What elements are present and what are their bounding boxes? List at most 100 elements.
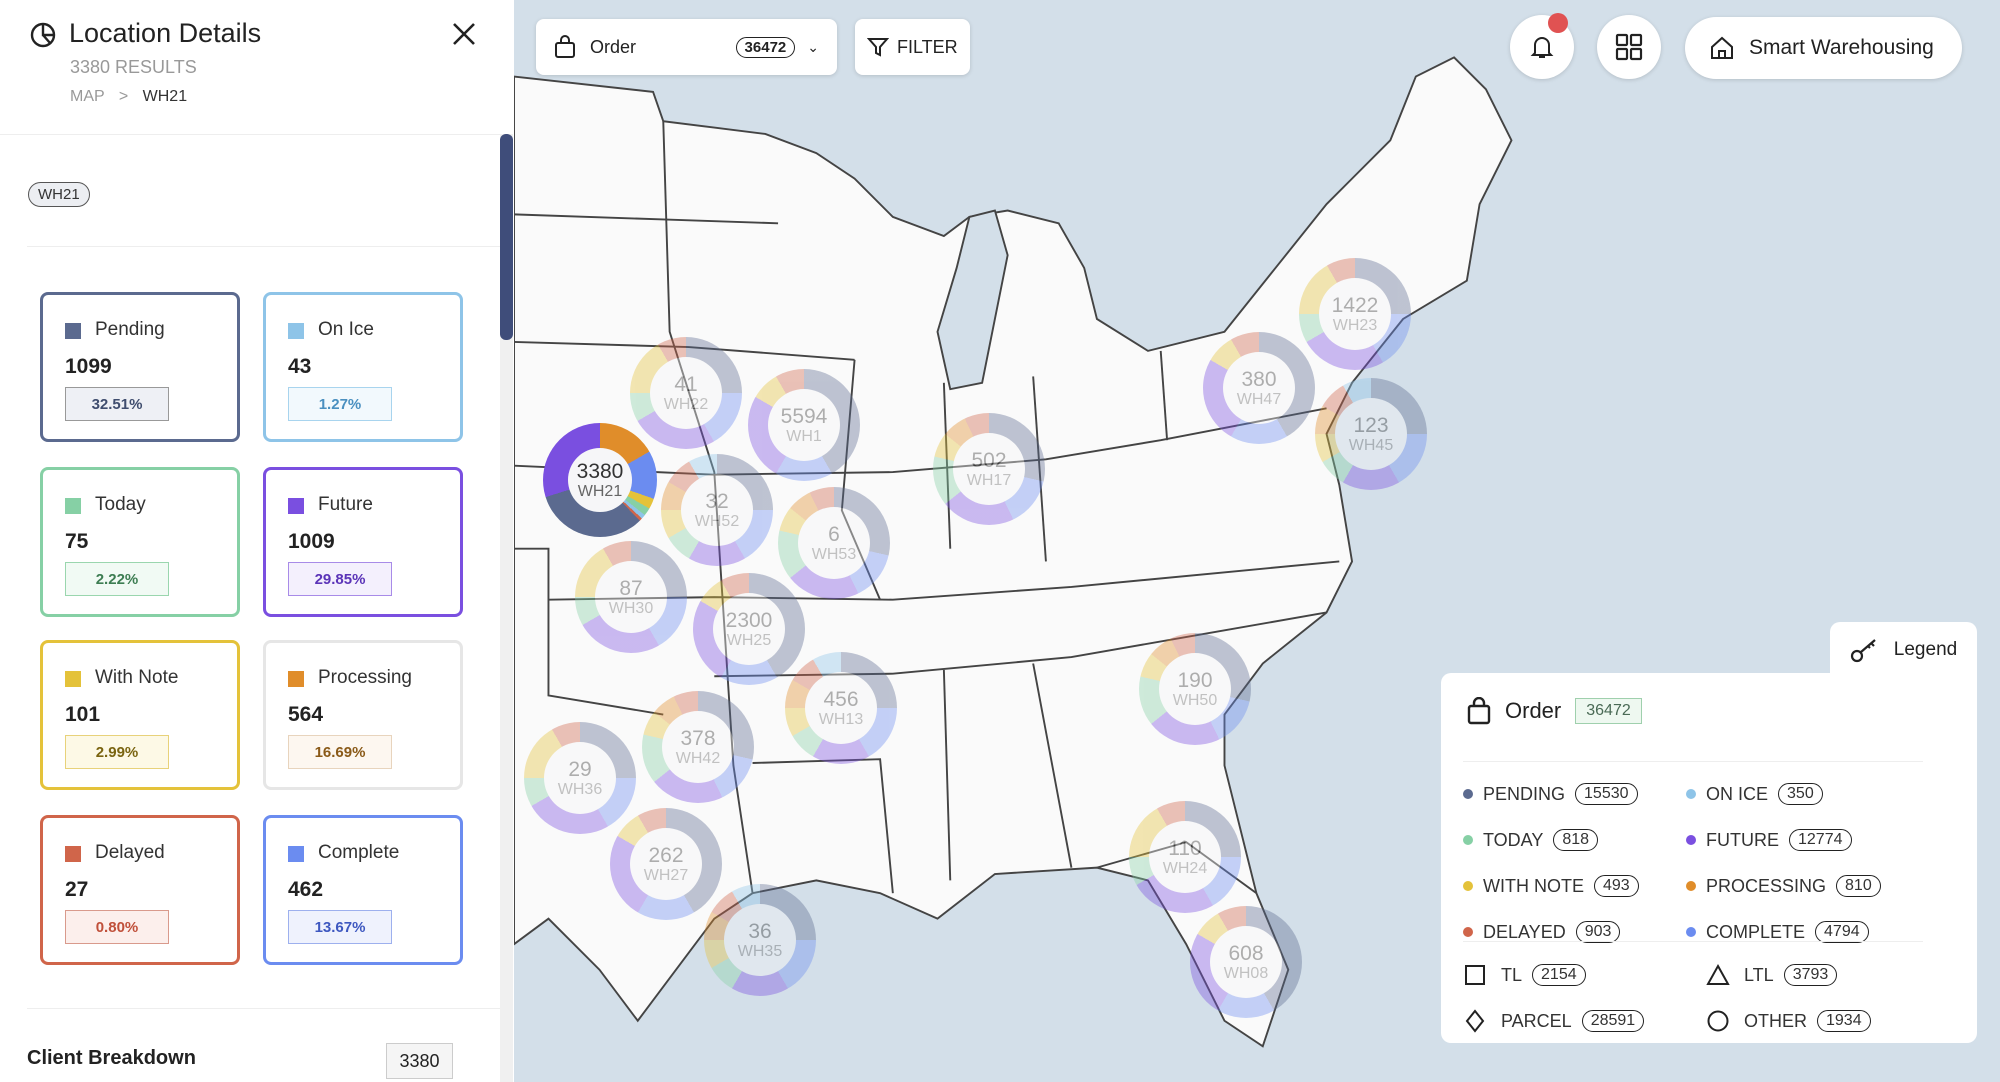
divider: [27, 246, 500, 247]
chevron-down-icon: ⌄: [807, 38, 819, 55]
warehouse-cluster-wh25[interactable]: 2300 WH25: [693, 573, 805, 685]
warehouse-cluster-wh50[interactable]: 190 WH50: [1139, 633, 1251, 745]
status-card-delayed[interactable]: Delayed 27 0.80%: [40, 815, 240, 965]
legend-tab[interactable]: Legend: [1830, 622, 1977, 678]
warehouse-cluster-wh21[interactable]: 3380 WH21: [543, 423, 657, 537]
key-icon: [1850, 639, 1876, 663]
close-icon[interactable]: [450, 20, 478, 48]
panel-scrollbar[interactable]: [500, 134, 513, 1082]
order-dropdown[interactable]: Order 36472 ⌄: [536, 19, 837, 75]
notifications-button[interactable]: [1510, 13, 1574, 79]
divider: [27, 1008, 500, 1009]
legend-item-complete[interactable]: COMPLETE 4794: [1686, 921, 1869, 943]
legend-mode-other[interactable]: OTHER 1934: [1706, 1009, 1871, 1033]
warehouse-cluster-wh52[interactable]: 32 WH52: [661, 454, 773, 566]
divider: [0, 134, 500, 135]
cluster-count: 41: [674, 372, 698, 396]
warehouse-cluster-wh08[interactable]: 608 WH08: [1190, 906, 1302, 1018]
smart-warehousing-button[interactable]: Smart Warehousing: [1685, 17, 1962, 79]
status-dot: [1686, 927, 1696, 937]
status-swatch: [288, 846, 304, 862]
status-label: Today: [95, 494, 146, 515]
status-dot: [1686, 789, 1696, 799]
cluster-count: 5594: [780, 404, 828, 428]
warehouse-cluster-wh47[interactable]: 380 WH47: [1203, 332, 1315, 444]
cluster-warehouse-id: WH17: [966, 471, 1012, 489]
status-dot: [1463, 835, 1473, 845]
apps-grid-button[interactable]: [1597, 15, 1661, 79]
status-card-processing[interactable]: Processing 564 16.69%: [263, 640, 463, 790]
cluster-count: 36: [748, 919, 772, 943]
warehouse-cluster-wh36[interactable]: 29 WH36: [524, 722, 636, 834]
legend-item-on-ice[interactable]: ON ICE 350: [1686, 783, 1823, 805]
status-swatch: [65, 846, 81, 862]
status-swatch: [288, 498, 304, 514]
warehouse-cluster-wh24[interactable]: 110 WH24: [1129, 801, 1241, 913]
legend-count: 28591: [1581, 1010, 1645, 1032]
breadcrumb: MAP > WH21: [70, 88, 187, 106]
legend-item-processing[interactable]: PROCESSING 810: [1686, 875, 1881, 897]
notification-badge: [1548, 13, 1568, 33]
pie-chart-icon: [30, 22, 56, 48]
status-dot: [1463, 927, 1473, 937]
status-card-complete[interactable]: Complete 462 13.67%: [263, 815, 463, 965]
legend-item-today[interactable]: TODAY 818: [1463, 829, 1599, 851]
status-dot: [1463, 789, 1473, 799]
legend-label: FUTURE: [1706, 829, 1779, 850]
warehouse-chip[interactable]: WH21: [28, 182, 90, 207]
warehouse-cluster-wh17[interactable]: 502 WH17: [933, 413, 1045, 525]
cluster-count: 32: [705, 489, 729, 513]
divider: [1463, 941, 1923, 942]
diamond-icon: [1465, 1009, 1485, 1033]
warehouse-cluster-wh45[interactable]: 123 WH45: [1315, 378, 1427, 490]
warehouse-cluster-wh42[interactable]: 378 WH42: [642, 691, 754, 803]
legend-count: 810: [1836, 875, 1881, 897]
warehouse-cluster-wh23[interactable]: 1422 WH23: [1299, 258, 1411, 370]
status-label: Processing: [318, 667, 412, 688]
warehouse-cluster-wh35[interactable]: 36 WH35: [704, 884, 816, 996]
scrollbar-thumb[interactable]: [500, 134, 513, 340]
legend-mode-ltl[interactable]: LTL 3793: [1706, 963, 1838, 987]
status-label: Pending: [95, 319, 165, 340]
status-count: 462: [288, 878, 324, 901]
warehouse-cluster-wh53[interactable]: 6 WH53: [778, 487, 890, 599]
legend-item-future[interactable]: FUTURE 12774: [1686, 829, 1852, 851]
status-card-today[interactable]: Today 75 2.22%: [40, 467, 240, 617]
cluster-warehouse-id: WH42: [675, 749, 721, 767]
legend-mode-tl[interactable]: TL 2154: [1463, 963, 1586, 987]
legend-item-with-note[interactable]: WITH NOTE 493: [1463, 875, 1639, 897]
status-card-future[interactable]: Future 1009 29.85%: [263, 467, 463, 617]
warehouse-cluster-wh22[interactable]: 41 WH22: [630, 337, 742, 449]
legend-item-delayed[interactable]: DELAYED 903: [1463, 921, 1621, 943]
cluster-warehouse-id: WH23: [1332, 316, 1378, 334]
status-percent: 2.22%: [65, 562, 169, 596]
filter-button[interactable]: FILTER: [855, 19, 970, 75]
home-icon: [1711, 36, 1733, 59]
cluster-count: 378: [680, 726, 716, 750]
status-count: 564: [288, 703, 324, 726]
legend-label: WITH NOTE: [1483, 875, 1584, 896]
status-card-pending[interactable]: Pending 1099 32.51%: [40, 292, 240, 442]
cluster-warehouse-id: WH35: [737, 942, 783, 960]
legend-mode-parcel[interactable]: PARCEL 28591: [1463, 1009, 1645, 1033]
warehouse-cluster-wh1[interactable]: 5594 WH1: [748, 369, 860, 481]
cluster-count: 502: [971, 448, 1007, 472]
status-percent: 16.69%: [288, 735, 392, 769]
cluster-count: 380: [1241, 367, 1277, 391]
breadcrumb-map[interactable]: MAP: [70, 88, 104, 105]
status-percent: 0.80%: [65, 910, 169, 944]
status-count: 1009: [288, 530, 335, 553]
warehouse-cluster-wh13[interactable]: 456 WH13: [785, 652, 897, 764]
cluster-warehouse-id: WH47: [1236, 390, 1282, 408]
warehouse-cluster-wh30[interactable]: 87 WH30: [575, 541, 687, 653]
legend-count: 4794: [1815, 921, 1869, 943]
status-card-with-note[interactable]: With Note 101 2.99%: [40, 640, 240, 790]
legend-item-pending[interactable]: PENDING 15530: [1463, 783, 1638, 805]
cluster-count: 3380: [576, 459, 624, 483]
legend-count: 3793: [1783, 964, 1838, 986]
cluster-warehouse-id: WH50: [1172, 691, 1218, 709]
warehouse-cluster-wh27[interactable]: 262 WH27: [610, 808, 722, 920]
status-card-on-ice[interactable]: On Ice 43 1.27%: [263, 292, 463, 442]
status-swatch: [288, 671, 304, 687]
legend-label: OTHER: [1744, 1010, 1807, 1031]
